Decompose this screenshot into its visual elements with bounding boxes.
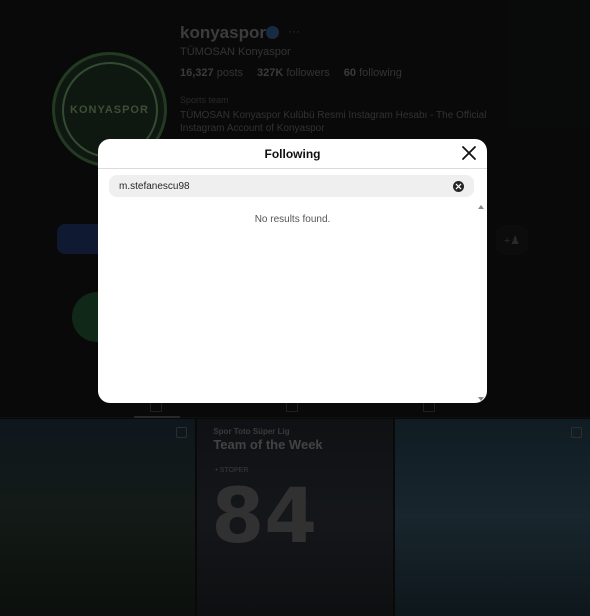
- clear-search-icon: [455, 183, 462, 189]
- no-results-message: No results found.: [254, 214, 331, 225]
- dialog-title: Following: [264, 147, 321, 161]
- dialog-header: Following: [98, 139, 487, 169]
- scrollbar-up-arrow[interactable]: [478, 205, 484, 209]
- scrollbar-down-arrow[interactable]: [478, 397, 484, 401]
- close-button[interactable]: [461, 145, 477, 161]
- clear-search-button[interactable]: [453, 180, 464, 192]
- search-container: [109, 175, 474, 197]
- following-dialog: Following No results found.: [98, 139, 487, 403]
- close-icon: [462, 146, 476, 160]
- search-input[interactable]: [119, 180, 453, 192]
